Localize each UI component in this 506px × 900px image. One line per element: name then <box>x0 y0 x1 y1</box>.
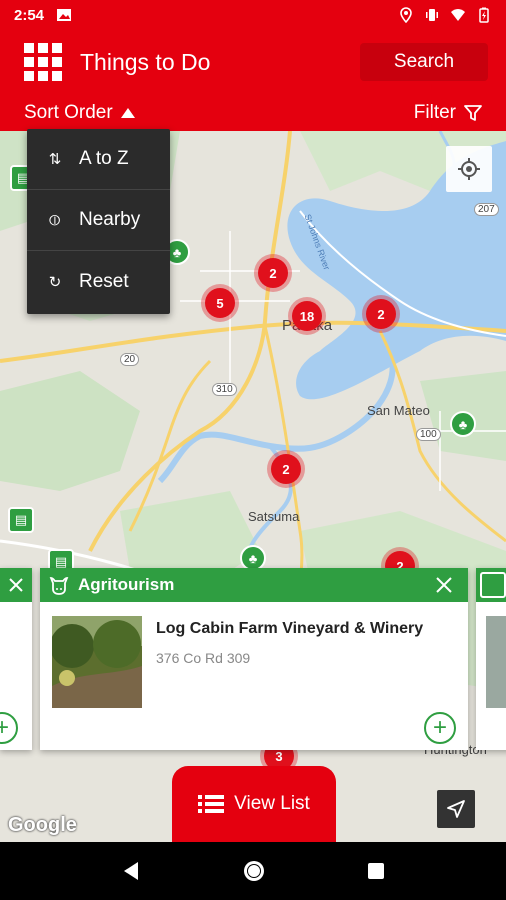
reset-icon: ↻ <box>48 273 62 291</box>
filter-icon <box>464 104 482 121</box>
search-button[interactable]: Search <box>360 43 488 81</box>
listing-address: 376 Co Rd 309 <box>156 650 251 666</box>
card-category-label: Agritourism <box>78 575 175 594</box>
view-list-label: View List <box>234 793 310 814</box>
map-cluster-marker[interactable]: 2 <box>366 299 396 329</box>
road-shield: 207 <box>474 203 499 216</box>
sort-menu: ⇅ A to Z ⦶ Nearby ↻ Reset <box>27 129 170 314</box>
page-title: Things to Do <box>80 48 211 75</box>
map-label-satsuma: Satsuma <box>248 509 300 524</box>
view-list-button[interactable]: View List <box>172 766 336 842</box>
cow-icon <box>49 577 69 595</box>
map-cluster-marker[interactable]: 2 <box>271 454 301 484</box>
vibrate-icon <box>426 9 438 21</box>
navigation-arrow-icon <box>447 800 465 818</box>
vineyard-photo <box>52 616 142 708</box>
add-itinerary-button[interactable]: + <box>0 712 18 744</box>
nearby-icon: ⦶ <box>49 211 61 229</box>
filter-label: Filter <box>413 101 456 123</box>
sort-order-label: Sort Order <box>24 101 113 123</box>
menu-grid-icon[interactable] <box>24 43 62 81</box>
image-notification-icon <box>57 9 72 21</box>
close-card-button[interactable] <box>432 573 456 597</box>
sort-menu-label: Reset <box>79 270 129 292</box>
close-icon[interactable] <box>7 576 25 594</box>
road-shield: 310 <box>212 383 237 396</box>
listing-card[interactable]: Agritourism Log Cabin Farm Vineyard & Wi… <box>40 568 468 750</box>
back-icon[interactable] <box>120 860 142 882</box>
map-label-san-mateo: San Mateo <box>367 403 430 418</box>
listing-card-previous[interactable]: + <box>0 568 32 750</box>
status-time: 2:54 <box>14 6 45 24</box>
sort-order-toggle[interactable]: Sort Order <box>24 102 135 124</box>
wifi-icon <box>451 9 465 21</box>
close-icon <box>436 577 452 593</box>
crosshair-icon <box>458 158 480 180</box>
status-bar: 2:54 <box>0 0 506 30</box>
sort-menu-item-a-to-z[interactable]: ⇅ A to Z <box>27 129 170 190</box>
sort-menu-item-nearby[interactable]: ⦶ Nearby <box>27 190 170 251</box>
battery-icon <box>479 7 489 23</box>
app-bar: Things to Do Search <box>0 30 506 94</box>
location-icon <box>400 7 412 23</box>
card-category-bar: Agritourism <box>40 568 468 602</box>
google-logo: Google <box>8 814 77 836</box>
listing-thumbnail <box>486 616 506 708</box>
recents-icon[interactable] <box>366 861 386 881</box>
listing-card-next[interactable] <box>476 568 506 750</box>
market-icon <box>480 572 506 598</box>
list-icon <box>198 795 225 813</box>
system-nav-bar <box>0 842 506 900</box>
market-pin-icon[interactable]: ▤ <box>8 507 34 533</box>
listing-title[interactable]: Log Cabin Farm Vineyard & Winery <box>156 620 423 638</box>
directions-button[interactable] <box>437 790 475 828</box>
sort-menu-label: A to Z <box>79 148 129 169</box>
filter-button[interactable]: Filter <box>414 102 482 124</box>
add-itinerary-button[interactable]: + <box>424 712 456 744</box>
sort-icon: ⇅ <box>48 151 62 168</box>
listing-thumbnail[interactable] <box>52 616 142 708</box>
caret-up-icon <box>120 107 135 118</box>
home-icon[interactable] <box>242 859 266 883</box>
road-shield: 100 <box>416 428 441 441</box>
sort-bar: Sort Order Filter <box>0 94 506 131</box>
map-cluster-marker[interactable]: 2 <box>258 258 288 288</box>
my-location-button[interactable] <box>446 146 492 192</box>
sort-menu-label: Nearby <box>79 209 141 230</box>
sort-menu-item-reset[interactable]: ↻ Reset <box>27 251 170 312</box>
map-cluster-marker[interactable]: 5 <box>205 288 235 318</box>
map-cluster-marker[interactable]: 18 <box>292 301 322 331</box>
agritourism-pin-icon[interactable]: ♣ <box>450 411 476 437</box>
road-shield: 20 <box>120 353 140 366</box>
